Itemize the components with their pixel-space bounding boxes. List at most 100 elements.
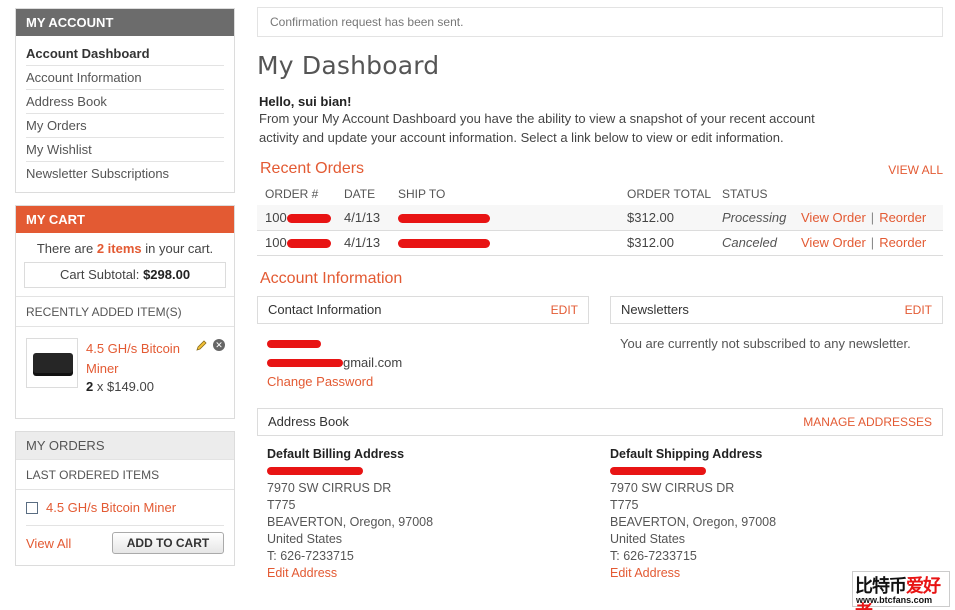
billing-address: Default Billing Address 7970 SW CIRRUS D… bbox=[267, 446, 433, 582]
recent-orders-header: Recent Orders VIEW ALL bbox=[257, 160, 943, 182]
reorder-checkbox[interactable] bbox=[26, 502, 38, 514]
cart-item-qty-price: 2 x $149.00 bbox=[86, 379, 154, 394]
view-order-link[interactable]: View Order bbox=[801, 235, 866, 250]
orders-view-all-link[interactable]: View All bbox=[26, 536, 71, 551]
sidebar: MY ACCOUNT Account Dashboard Account Inf… bbox=[15, 8, 235, 578]
contact-email: gmail.com bbox=[267, 353, 402, 372]
redaction-mark bbox=[267, 340, 321, 349]
product-thumbnail[interactable] bbox=[26, 338, 78, 388]
order-status: Processing bbox=[714, 205, 793, 231]
billing-city: BEAVERTON, Oregon, 97008 bbox=[267, 514, 434, 529]
billing-street: 7970 SW CIRRUS DR bbox=[267, 480, 392, 495]
separator: | bbox=[870, 235, 875, 250]
change-password-link[interactable]: Change Password bbox=[267, 372, 402, 391]
bitcoin-miner-image bbox=[33, 353, 73, 373]
table-header-row: ORDER # DATE SHIP TO ORDER TOTAL STATUS bbox=[257, 183, 943, 205]
account-info-boxes: Contact Information EDIT Newsletters EDI… bbox=[257, 295, 943, 408]
reorder-link[interactable]: Reorder bbox=[879, 235, 926, 250]
nav-item-my-orders[interactable]: My Orders bbox=[26, 114, 224, 138]
shipping-unit: T775 bbox=[610, 497, 639, 512]
account-nav: Account Dashboard Account Information Ad… bbox=[16, 36, 234, 192]
nav-item-account-dashboard[interactable]: Account Dashboard bbox=[26, 42, 224, 66]
last-ordered-item-name[interactable]: 4.5 GH/s Bitcoin Miner bbox=[46, 500, 176, 515]
contact-name bbox=[267, 334, 402, 353]
nav-item-my-wishlist[interactable]: My Wishlist bbox=[26, 138, 224, 162]
add-to-cart-button[interactable]: ADD TO CART bbox=[112, 532, 224, 554]
newsletters-title: Newsletters bbox=[621, 301, 689, 317]
nav-item-account-information[interactable]: Account Information bbox=[26, 66, 224, 90]
account-info-header: Account Information bbox=[257, 270, 943, 292]
manage-addresses-link[interactable]: MANAGE ADDRESSES bbox=[803, 409, 932, 435]
newsletters-edit-link[interactable]: EDIT bbox=[905, 297, 932, 323]
shipping-country: United States bbox=[610, 531, 686, 546]
order-actions: View Order | Reorder bbox=[793, 230, 943, 256]
recently-added-title: RECENTLY ADDED ITEM(S) bbox=[16, 296, 234, 326]
contact-email-domain: gmail.com bbox=[343, 354, 403, 370]
my-account-block: MY ACCOUNT Account Dashboard Account Inf… bbox=[15, 8, 235, 193]
shipping-name bbox=[610, 463, 776, 480]
page-title: My Dashboard bbox=[257, 51, 440, 80]
order-date: 4/1/13 bbox=[336, 205, 390, 231]
shipping-street: 7970 SW CIRRUS DR bbox=[610, 480, 735, 495]
recent-orders-view-all[interactable]: VIEW ALL bbox=[888, 163, 943, 177]
my-orders-title: MY ORDERS bbox=[16, 432, 234, 459]
order-number-prefix: 100 bbox=[265, 209, 287, 225]
order-ship-to bbox=[390, 205, 619, 231]
table-row: 100 4/1/13 $312.00 Canceled View Order | R… bbox=[257, 230, 943, 256]
cart-item-times: x bbox=[96, 379, 104, 394]
greeting: Hello, sui bian! bbox=[259, 94, 352, 109]
order-total: $312.00 bbox=[619, 230, 714, 256]
billing-edit-address-link[interactable]: Edit Address bbox=[267, 565, 433, 582]
shipping-address: Default Shipping Address 7970 SW CIRRUS … bbox=[610, 446, 776, 582]
contact-info-body: gmail.com Change Password bbox=[267, 334, 402, 391]
my-cart-block: MY CART There are 2 items in your cart. … bbox=[15, 205, 235, 419]
watermark-title-black: 比特币 bbox=[855, 576, 907, 597]
cart-item-price: $149.00 bbox=[106, 379, 154, 394]
shipping-edit-address-link[interactable]: Edit Address bbox=[610, 565, 776, 582]
cart-item-qty: 2 bbox=[86, 379, 94, 394]
newsletters-header: Newsletters EDIT bbox=[610, 295, 943, 324]
col-actions bbox=[793, 183, 943, 205]
contact-info-header: Contact Information EDIT bbox=[257, 295, 589, 324]
contact-info-title: Contact Information bbox=[268, 301, 382, 317]
cart-summary: There are 2 items in your cart. bbox=[16, 233, 234, 262]
cart-item: 4.5 GH/s Bitcoin Miner 2 x $149.00 ✕ bbox=[16, 326, 234, 418]
cart-item-name[interactable]: 4.5 GH/s Bitcoin Miner bbox=[86, 339, 196, 379]
nav-item-address-book[interactable]: Address Book bbox=[26, 90, 224, 114]
redaction-mark bbox=[267, 359, 343, 368]
cart-items-count[interactable]: 2 items bbox=[97, 241, 142, 256]
contact-edit-link[interactable]: EDIT bbox=[551, 297, 578, 323]
redaction-mark bbox=[286, 239, 331, 249]
reorder-link[interactable]: Reorder bbox=[879, 210, 926, 225]
order-number: 100 bbox=[257, 230, 336, 256]
billing-address-title: Default Billing Address bbox=[267, 446, 405, 461]
watermark-url: www.btcfans.com bbox=[856, 595, 933, 605]
main-content: Confirmation request has been sent. My D… bbox=[257, 7, 943, 580]
my-orders-block: MY ORDERS LAST ORDERED ITEMS 4.5 GH/s Bi… bbox=[15, 431, 235, 566]
col-status: STATUS bbox=[714, 183, 793, 205]
site-watermark-logo: 比特币爱好者 www.btcfans.com bbox=[852, 571, 950, 610]
cart-subtotal-value: $298.00 bbox=[143, 267, 191, 282]
view-order-link[interactable]: View Order bbox=[801, 210, 866, 225]
col-date: DATE bbox=[336, 183, 390, 205]
address-book-title: Address Book bbox=[268, 413, 349, 429]
redaction-mark bbox=[286, 213, 331, 223]
cart-in-cart: in your cart. bbox=[145, 241, 214, 256]
billing-country: United States bbox=[267, 531, 343, 546]
recent-orders-table: ORDER # DATE SHIP TO ORDER TOTAL STATUS … bbox=[257, 183, 943, 256]
nav-item-newsletter-subscriptions[interactable]: Newsletter Subscriptions bbox=[26, 162, 224, 186]
remove-icon[interactable]: ✕ bbox=[213, 339, 225, 351]
shipping-phone: T: 626-7233715 bbox=[610, 548, 697, 563]
cart-there-are: There are bbox=[36, 241, 94, 256]
my-cart-title: MY CART bbox=[16, 206, 234, 233]
order-date: 4/1/13 bbox=[336, 230, 390, 256]
order-status: Canceled bbox=[714, 230, 793, 256]
billing-unit: T775 bbox=[267, 497, 296, 512]
address-book-header: Address Book MANAGE ADDRESSES bbox=[257, 407, 943, 436]
cart-subtotal: Cart Subtotal: $298.00 bbox=[24, 262, 226, 288]
redaction-mark bbox=[267, 467, 363, 476]
redaction-mark bbox=[610, 467, 706, 476]
pencil-icon[interactable] bbox=[196, 339, 208, 351]
billing-name bbox=[267, 463, 433, 480]
separator: | bbox=[870, 209, 875, 225]
